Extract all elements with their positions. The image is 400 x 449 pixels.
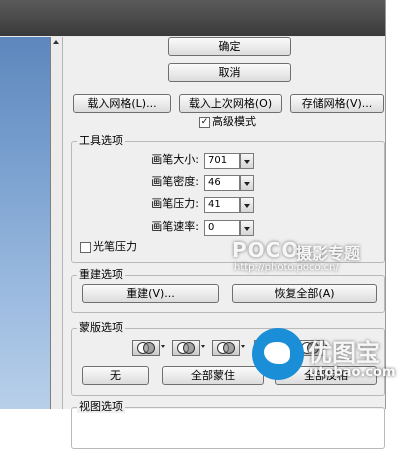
window-right-edge — [385, 0, 400, 409]
title-bar — [0, 0, 390, 36]
brush-density-label: 画笔密度: — [151, 175, 199, 188]
brush-size-label: 画笔大小: — [151, 153, 199, 166]
load-last-mesh-button[interactable]: 载入上次网格(O) — [179, 94, 282, 113]
poco-brand-watermark: POCO — [232, 238, 300, 262]
load-mesh-button[interactable]: 载入网格(L)... — [73, 94, 171, 113]
brush-pressure-value: 41 — [208, 199, 221, 210]
brush-pressure-label: 画笔压力: — [151, 197, 199, 210]
add-to-selection-icon[interactable] — [172, 340, 200, 356]
vertical-scrollbar[interactable] — [51, 37, 63, 409]
cancel-button[interactable]: 取消 — [168, 63, 291, 82]
restore-all-button[interactable]: 恢复全部(A) — [232, 284, 377, 303]
mask-all-button[interactable]: 全部蒙住 — [162, 366, 264, 385]
brush-rate-label: 画笔速率: — [151, 220, 199, 233]
ok-button[interactable]: 确定 — [168, 37, 291, 56]
brush-size-input[interactable]: 701 — [204, 153, 240, 169]
mask-options-title: 蒙版选项 — [77, 321, 125, 334]
preview-canvas[interactable] — [0, 37, 51, 409]
subtract-from-selection-arrow-icon[interactable] — [241, 345, 245, 348]
save-mesh-button[interactable]: 存储网格(V)... — [290, 94, 384, 113]
replace-selection-arrow-icon[interactable] — [161, 345, 165, 348]
stylus-pressure-checkbox[interactable] — [80, 242, 91, 253]
brush-rate-value: 0 — [208, 222, 215, 233]
brush-density-value: 46 — [208, 177, 221, 188]
brush-rate-dropdown-icon[interactable] — [240, 220, 254, 236]
view-options-group — [71, 407, 385, 449]
view-options-title: 视图选项 — [77, 400, 125, 413]
add-to-selection-arrow-icon[interactable] — [201, 345, 205, 348]
reconstruct-button[interactable]: 重建(V)... — [82, 284, 219, 303]
utobao-name-watermark: 优图宝 — [308, 339, 380, 367]
brush-pressure-input[interactable]: 41 — [204, 197, 240, 213]
utobao-bird-logo-icon — [252, 328, 304, 380]
poco-url-watermark: http://photo.poco.cn/ — [234, 262, 339, 273]
stylus-pressure-label: 光笔压力 — [93, 240, 137, 253]
scroll-up-arrow-icon[interactable] — [53, 40, 59, 44]
brush-density-dropdown-icon[interactable] — [240, 175, 254, 191]
brush-size-value: 701 — [208, 155, 228, 166]
poco-title-watermark: 摄影专题 — [296, 244, 361, 263]
subtract-from-selection-icon[interactable] — [212, 340, 240, 356]
liquify-dialog-frame: 确定 取消 载入网格(L)... 载入上次网格(O) 存储网格(V)... ✓ … — [0, 0, 400, 449]
brush-pressure-dropdown-icon[interactable] — [240, 197, 254, 213]
none-button[interactable]: 无 — [82, 366, 149, 385]
advanced-mode-label: 高级模式 — [212, 115, 256, 128]
brush-rate-input[interactable]: 0 — [204, 220, 240, 236]
brush-size-dropdown-icon[interactable] — [240, 153, 254, 169]
brush-density-input[interactable]: 46 — [204, 175, 240, 191]
reconstruct-options-title: 重建选项 — [77, 268, 125, 281]
advanced-mode-checkbox[interactable]: ✓ — [199, 117, 210, 128]
tool-options-title: 工具选项 — [77, 134, 125, 147]
utobao-url-watermark: utobao.com — [309, 365, 396, 380]
replace-selection-icon[interactable] — [132, 340, 160, 356]
